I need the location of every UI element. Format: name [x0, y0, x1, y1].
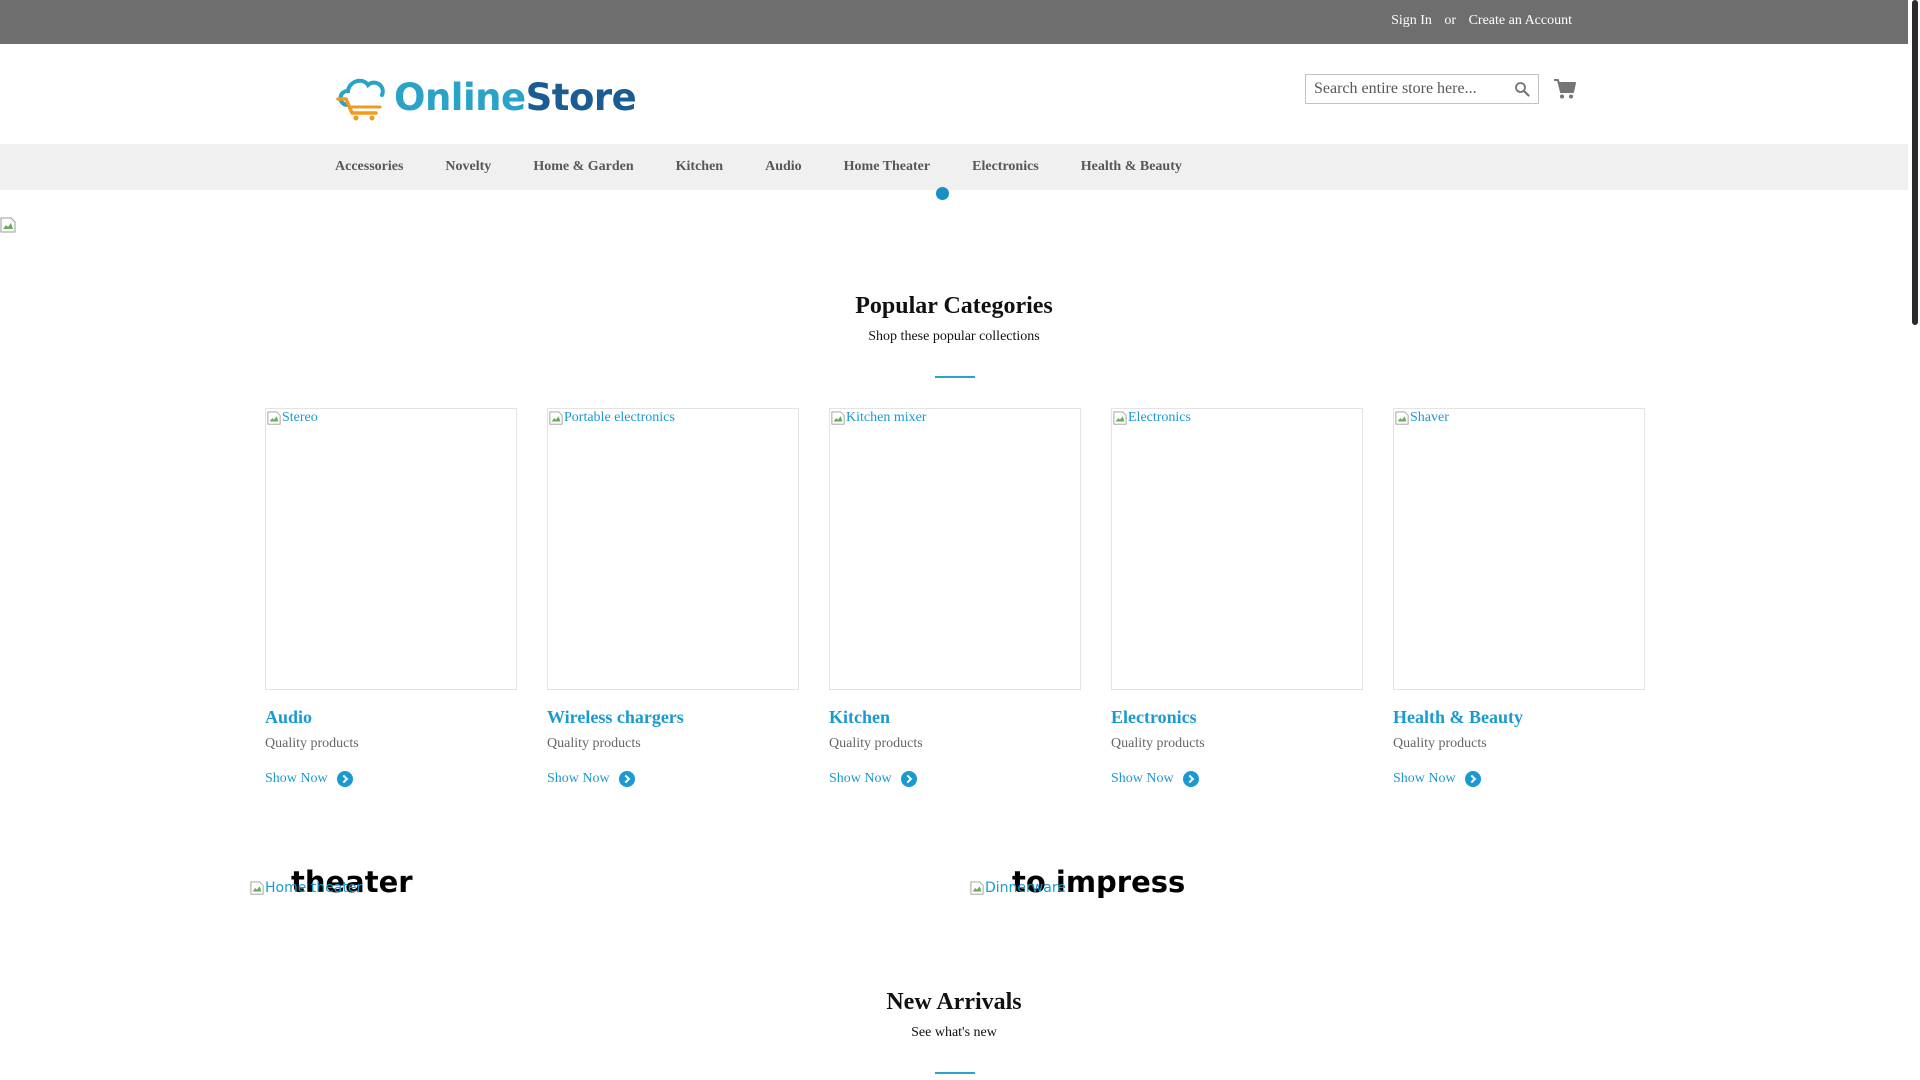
show-now-link[interactable]: Show Now	[547, 771, 799, 787]
category-image[interactable]: Stereo	[265, 408, 517, 690]
popular-categories-subtitle: Shop these popular collections	[868, 329, 1040, 344]
chevron-right-icon	[1464, 771, 1481, 787]
promo-banner-home-theater[interactable]: theater Home theater	[250, 860, 850, 904]
slider-dot[interactable]	[936, 187, 949, 200]
or-separator: or	[1444, 13, 1457, 28]
image-alt-text: Home theater	[265, 880, 363, 896]
popular-categories-title: Popular Categories	[855, 293, 1053, 319]
category-description: Quality products	[1393, 736, 1487, 751]
broken-image-icon	[0, 217, 16, 233]
site-header: OnlineStore	[0, 44, 1908, 144]
show-now-link[interactable]: Show Now	[1111, 771, 1363, 787]
category-title[interactable]: Wireless chargers	[547, 707, 799, 728]
category-image[interactable]: Portable electronics	[547, 408, 799, 690]
show-now-link[interactable]: Show Now	[265, 771, 517, 787]
show-now-link[interactable]: Show Now	[829, 771, 1081, 787]
nav-item-home-garden[interactable]: Home & Garden	[533, 144, 633, 190]
image-alt-text: Stereo	[282, 410, 318, 425]
new-arrivals-subtitle: See what's new	[911, 1025, 997, 1040]
main-navigation: Accessories Novelty Home & Garden Kitche…	[0, 144, 1908, 190]
nav-item-accessories[interactable]: Accessories	[335, 144, 403, 190]
category-image[interactable]: Shaver	[1393, 408, 1645, 690]
category-title[interactable]: Health & Beauty	[1393, 707, 1645, 728]
nav-item-audio[interactable]: Audio	[765, 144, 802, 190]
category-title[interactable]: Kitchen	[829, 707, 1081, 728]
category-card: Kitchen mixer Kitchen Quality products S…	[829, 408, 1081, 787]
image-alt-text: Portable electronics	[564, 410, 675, 425]
search-input[interactable]	[1306, 75, 1510, 103]
chevron-right-icon	[1182, 771, 1199, 787]
image-alt-text: Dinnerware	[985, 880, 1066, 896]
vertical-scrollbar[interactable]	[1908, 0, 1920, 1080]
chevron-right-icon	[618, 771, 635, 787]
nav-item-home-theater[interactable]: Home Theater	[844, 144, 930, 190]
broken-image-icon	[831, 411, 845, 425]
nav-item-health-beauty[interactable]: Health & Beauty	[1081, 144, 1182, 190]
logo-store: Store	[525, 75, 637, 119]
section-divider	[935, 376, 975, 378]
sign-in-link[interactable]: Sign In	[1391, 13, 1432, 28]
nav-item-electronics[interactable]: Electronics	[972, 144, 1039, 190]
category-image[interactable]: Kitchen mixer	[829, 408, 1081, 690]
category-card: Electronics Electronics Quality products…	[1111, 408, 1363, 787]
category-card: Shaver Health & Beauty Quality products …	[1393, 408, 1645, 787]
promo-banner-dinnerware[interactable]: to impress Dinnerware	[970, 860, 1570, 904]
broken-image-icon	[267, 411, 281, 425]
chevron-right-icon	[900, 771, 917, 787]
chevron-right-icon	[336, 771, 353, 787]
broken-image-icon	[549, 411, 563, 425]
nav-item-novelty[interactable]: Novelty	[445, 144, 491, 190]
account-links: Sign In or Create an Account	[1391, 13, 1572, 29]
category-image[interactable]: Electronics	[1111, 408, 1363, 690]
broken-image-icon	[1113, 411, 1127, 425]
broken-image-icon	[1395, 411, 1409, 425]
cart-icon[interactable]	[1553, 78, 1577, 100]
image-alt-text: Electronics	[1128, 410, 1191, 425]
category-card: Portable electronics Wireless chargers Q…	[547, 408, 799, 787]
cloud-cart-logo-icon	[336, 78, 385, 121]
show-now-link[interactable]: Show Now	[1393, 771, 1645, 787]
section-divider	[935, 1072, 975, 1074]
nav-item-kitchen[interactable]: Kitchen	[676, 144, 723, 190]
category-description: Quality products	[265, 736, 359, 751]
search-icon[interactable]	[1514, 81, 1530, 97]
logo-online: Online	[394, 75, 526, 119]
broken-image-icon	[250, 881, 264, 895]
category-title[interactable]: Electronics	[1111, 707, 1363, 728]
category-description: Quality products	[829, 736, 923, 751]
top-bar: Sign In or Create an Account	[0, 0, 1908, 44]
scrollbar-thumb[interactable]	[1912, 0, 1918, 325]
new-arrivals-title: New Arrivals	[886, 989, 1022, 1015]
category-description: Quality products	[547, 736, 641, 751]
broken-image-icon	[970, 881, 984, 895]
category-card: Stereo Audio Quality products Show Now	[265, 408, 517, 787]
create-account-link[interactable]: Create an Account	[1469, 13, 1572, 28]
search-box	[1305, 74, 1539, 104]
image-alt-text: Kitchen mixer	[846, 410, 927, 425]
category-title[interactable]: Audio	[265, 707, 517, 728]
image-alt-text: Shaver	[1410, 410, 1449, 425]
category-description: Quality products	[1111, 736, 1205, 751]
store-logo[interactable]: OnlineStore	[336, 72, 637, 122]
